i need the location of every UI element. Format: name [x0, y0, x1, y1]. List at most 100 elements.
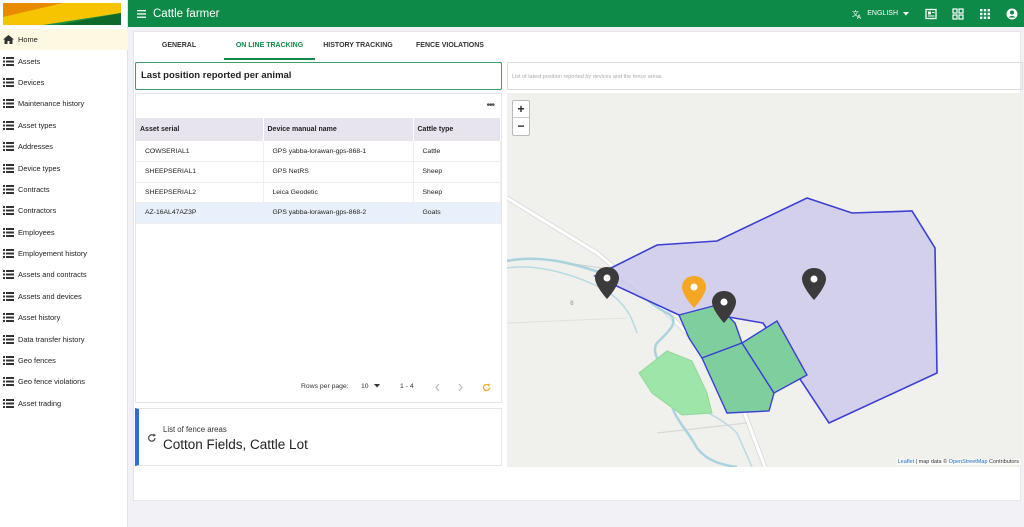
chevron-down-icon — [374, 384, 381, 388]
sidebar-item-label: Contractors — [18, 206, 57, 216]
zoom-in-button[interactable]: + — [513, 101, 529, 118]
translate-icon: 文A — [852, 9, 862, 19]
cell-cattle-type: Sheep — [413, 182, 501, 203]
news-icon[interactable] — [925, 8, 937, 20]
table-row[interactable]: SHEEPSERIAL2 Leica Geodetic Sheep — [136, 182, 501, 203]
language-selector[interactable]: 文A ENGLISH — [852, 9, 913, 19]
cell-asset-serial: COWSERIAL1 — [136, 141, 264, 162]
menu-icon[interactable] — [137, 9, 146, 18]
top-app-bar: Cattle farmer 文A ENGLISH — [128, 0, 1024, 27]
more-options-icon[interactable]: ••• — [486, 100, 494, 111]
zoom-control: + − — [512, 100, 530, 136]
sidebar-item-geo-fence-violations[interactable]: Geo fence violations — [0, 371, 128, 392]
list-icon — [3, 142, 14, 152]
chevron-left-icon[interactable] — [434, 383, 442, 392]
apps-grid-icon[interactable] — [979, 8, 991, 20]
map-attribution: Leaflet | map data © OpenStreetMap Contr… — [895, 459, 1021, 465]
sidebar-item-devices[interactable]: Devices — [0, 72, 128, 93]
tab-online-tracking[interactable]: ON LINE TRACKING — [224, 32, 315, 60]
sidebar-item-asset-history[interactable]: Asset history — [0, 307, 128, 328]
chevron-down-icon — [903, 11, 909, 15]
column-header-asset-serial[interactable]: Asset serial — [136, 118, 264, 141]
sidebar-item-label: Devices — [18, 77, 45, 87]
cell-asset-serial: SHEEPSERIAL2 — [136, 182, 264, 203]
sidebar-item-label: Contracts — [18, 184, 50, 194]
sidebar-item-label: Data transfer history — [18, 334, 85, 344]
sidebar-item-employement-history[interactable]: Employement history — [0, 243, 128, 264]
tab-fence-violations[interactable]: FENCE VIOLATIONS — [414, 32, 486, 60]
table-row-selected[interactable]: AZ-16AL47AZ3P GPS yabba-lorawan-gps-868-… — [136, 202, 501, 224]
sidebar-item-contracts[interactable]: Contracts — [0, 179, 128, 200]
sidebar-item-maintenance-history[interactable]: Maintenance history — [0, 93, 128, 114]
cell-asset-serial: AZ-16AL47AZ3P — [136, 202, 264, 224]
list-icon — [3, 334, 14, 344]
sidebar-item-asset-trading[interactable]: Asset trading — [0, 393, 128, 414]
sidebar-item-employees[interactable]: Employees — [0, 222, 128, 243]
zoom-out-button[interactable]: − — [513, 118, 529, 135]
dashboard-icon[interactable] — [952, 7, 964, 20]
account-icon[interactable] — [1006, 8, 1018, 20]
sidebar-item-asset-types[interactable]: Asset types — [0, 115, 128, 136]
sidebar-item-addresses[interactable]: Addresses — [0, 136, 128, 157]
sidebar-item-label: Geo fence violations — [18, 377, 85, 387]
cell-device-name: GPS yabba-lorawan-gps-868-2 — [263, 202, 414, 224]
home-icon — [3, 35, 14, 45]
sidebar-item-contractors[interactable]: Contractors — [0, 200, 128, 221]
sidebar-item-label: Asset types — [18, 120, 57, 130]
sidebar-item-assets-and-devices[interactable]: Assets and devices — [0, 286, 128, 307]
sidebar-item-label: Assets and devices — [18, 291, 82, 301]
language-label: ENGLISH — [867, 10, 898, 17]
sidebar-item-label: Addresses — [18, 142, 53, 152]
fence-areas-card: List of fence areas Cotton Fields, Cattl… — [135, 408, 502, 466]
tab-history-tracking[interactable]: HISTORY TRACKING — [322, 32, 394, 60]
sidebar-item-home[interactable]: Home — [0, 29, 128, 51]
list-icon — [3, 249, 14, 259]
sidebar-item-assets[interactable]: Assets — [0, 50, 128, 71]
cell-cattle-type: Goats — [413, 202, 501, 224]
svg-text:A: A — [857, 14, 862, 19]
sidebar-item-geo-fences[interactable]: Geo fences — [0, 350, 128, 371]
chevron-right-icon[interactable] — [456, 383, 464, 392]
refresh-icon[interactable] — [482, 383, 491, 392]
app-logo — [3, 3, 121, 25]
table-pagination: Rows per page: 10 1 - 4 — [136, 383, 501, 397]
tab-bar: GENERAL ON LINE TRACKING HISTORY TRACKIN… — [134, 32, 1022, 60]
refresh-icon[interactable] — [147, 433, 157, 443]
panel-title: Last position reported per animal — [135, 62, 502, 90]
table-row[interactable]: SHEEPSERIAL1 GPS NetRS Sheep — [136, 161, 501, 183]
fence-areas-label: List of fence areas — [163, 425, 227, 434]
column-header-cattle-type[interactable]: Cattle type — [413, 118, 501, 141]
map-view[interactable]: 8 + − Leaflet | map data © OpenStreetMap… — [507, 93, 1023, 467]
cell-cattle-type: Cattle — [413, 141, 501, 162]
attribution-text: | map data © — [914, 459, 949, 465]
cell-cattle-type: Sheep — [413, 161, 501, 183]
map-canvas: 8 — [507, 195, 938, 467]
list-icon — [3, 398, 14, 408]
main-card: GENERAL ON LINE TRACKING HISTORY TRACKIN… — [133, 31, 1023, 501]
sidebar-item-label: Geo fences — [18, 356, 56, 366]
list-icon — [3, 313, 14, 323]
openstreetmap-link[interactable]: OpenStreetMap — [949, 459, 988, 465]
positions-table: Asset serial Device manual name Cattle t… — [136, 118, 501, 224]
rows-per-page-select[interactable]: 10 — [361, 383, 381, 390]
list-icon — [3, 163, 14, 173]
rows-per-page-label: Rows per page: — [301, 383, 349, 390]
tab-general[interactable]: GENERAL — [148, 32, 210, 60]
fence-areas-names: Cotton Fields, Cattle Lot — [163, 437, 308, 452]
list-icon — [3, 291, 14, 301]
sidebar-item-label: Employees — [18, 227, 55, 237]
sidebar-nav: Home Assets Devices Maintenance history Asse… — [0, 29, 128, 414]
sidebar-item-label: Asset history — [18, 313, 61, 323]
sidebar-item-device-types[interactable]: Device types — [0, 157, 128, 178]
sidebar-item-assets-and-contracts[interactable]: Assets and contracts — [0, 264, 128, 285]
sidebar-item-data-transfer-history[interactable]: Data transfer history — [0, 328, 128, 349]
sidebar-item-label: Home — [18, 35, 38, 45]
leaflet-link[interactable]: Leaflet — [898, 459, 915, 465]
table-row[interactable]: COWSERIAL1 GPS yabba-lorawan-gps-868-1 C… — [136, 141, 501, 162]
list-icon — [3, 206, 14, 216]
list-icon — [3, 270, 14, 280]
list-icon — [3, 77, 14, 87]
map-marker-dark[interactable] — [595, 267, 619, 299]
column-header-device-name[interactable]: Device manual name — [263, 118, 414, 141]
positions-table-card: ••• Asset serial Device manual name Catt… — [135, 93, 502, 403]
